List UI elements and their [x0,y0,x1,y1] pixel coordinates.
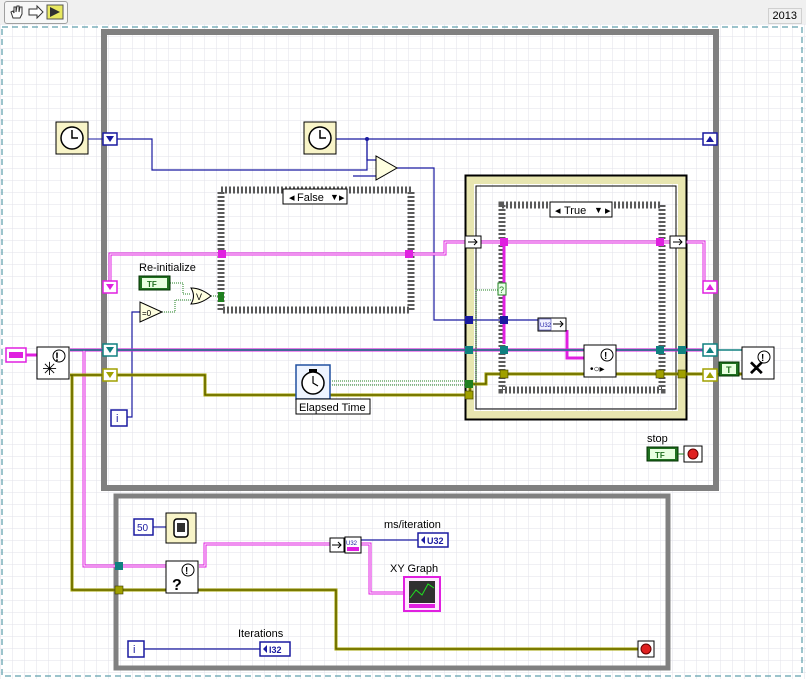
svg-text:T: T [726,365,732,375]
write-subvi[interactable]: ! •○▸ [583,344,617,378]
svg-text:=0: =0 [142,309,152,318]
init-subvi[interactable]: ✳ ! [36,346,70,380]
svg-text:◂: ◂ [555,205,561,217]
run-arrow-icon[interactable] [46,4,64,20]
iterations-indicator[interactable]: I32 [259,641,291,657]
version-label: 2013 [767,8,802,24]
u32-convert-node-bottom[interactable]: U32 [344,536,362,554]
true-constant[interactable]: T [718,361,740,377]
case-selector-false[interactable]: ◂ False ▼ ▸ [282,188,348,205]
case-selector-true[interactable]: ◂ True ▼ ▸ [549,201,613,218]
forward-arrow-icon[interactable] [27,4,45,20]
svg-text:!: ! [604,351,607,362]
svg-text:TF: TF [655,451,665,460]
svg-text:?: ? [499,285,504,295]
svg-text:?: ? [172,577,182,594]
ms-iteration-label: ms/iteration [384,519,441,531]
svg-text:True: True [564,205,586,217]
block-diagram[interactable]: ◂ False ▼ ▸ ◂ True ▼ ▸ ? Re-initialize T… [0,24,806,679]
svg-text:!: ! [761,353,764,364]
unbundle-node[interactable] [329,537,345,553]
iteration-terminal-bottom[interactable]: i [127,640,145,658]
query-subvi[interactable]: ? ! [165,560,199,594]
input-cluster-terminal[interactable] [5,347,27,363]
iterations-label: Iterations [238,628,284,640]
toolbar: 2013 [0,0,806,24]
svg-text:I32: I32 [269,645,282,655]
stop-label: stop [647,433,668,445]
svg-text:i: i [133,644,135,656]
svg-text:•○▸: •○▸ [590,364,605,375]
u32-convert-node-top[interactable]: U32 [537,317,567,332]
reinitialize-control[interactable]: TF [138,275,171,291]
iteration-terminal-top[interactable]: i [110,409,128,427]
svg-text:U32: U32 [346,541,358,547]
svg-text:◂: ◂ [289,192,295,204]
svg-text:V: V [196,292,202,302]
elapsed-time-node[interactable] [295,364,331,400]
tick-count-timer-2[interactable] [303,121,337,155]
toolbar-buttons [4,1,68,24]
svg-text:i: i [116,413,118,425]
xy-graph-indicator[interactable] [403,576,441,612]
wait-ms-constant[interactable]: 50 [133,518,154,536]
svg-text:50: 50 [137,523,149,534]
wait-node[interactable] [165,512,197,544]
hand-tool-icon[interactable] [8,4,26,20]
ms-iteration-indicator[interactable]: U32 [417,532,449,548]
stop-terminal-top[interactable] [683,445,703,463]
svg-text:U32: U32 [427,536,444,546]
xy-graph-label: XY Graph [390,563,438,575]
svg-text:▸: ▸ [605,205,611,217]
svg-text:▼: ▼ [594,205,603,215]
close-subvi[interactable]: ✕ ! [741,346,775,380]
svg-text:!: ! [185,566,188,577]
stop-control[interactable]: TF [646,446,679,462]
elapsed-time-label: Elapsed Time [299,402,366,414]
svg-text:▸: ▸ [339,192,345,204]
svg-text:False: False [297,192,324,204]
svg-text:▼: ▼ [330,192,339,202]
reinitialize-label: Re-initialize [139,262,196,274]
svg-text:U32: U32 [540,323,552,329]
stop-terminal-bottom[interactable] [637,640,655,658]
svg-text:TF: TF [147,280,157,289]
